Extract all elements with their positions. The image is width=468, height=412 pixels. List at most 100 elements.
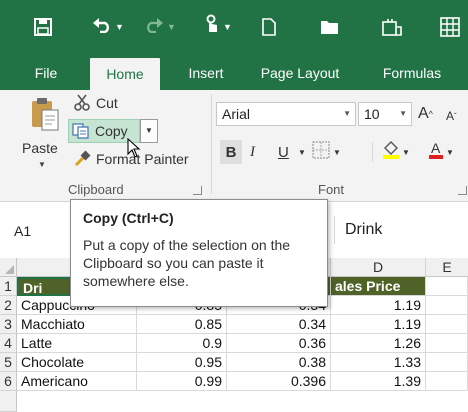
chevron-down-icon: ▼: [167, 22, 176, 32]
cell-e1[interactable]: [426, 277, 468, 296]
italic-button[interactable]: I: [250, 140, 266, 164]
copy-dropdown[interactable]: ▼: [140, 119, 158, 143]
clipboard-group-label: Clipboard: [68, 182, 124, 197]
copy-tooltip: Copy (Ctrl+C) Put a copy of the selectio…: [70, 199, 328, 307]
redo-icon: [144, 16, 164, 39]
scissors-icon: [72, 94, 92, 112]
fill-bucket-icon: [382, 140, 400, 164]
table-cell[interactable]: 1.19: [331, 315, 426, 334]
table-cell[interactable]: 0.9: [137, 334, 227, 353]
quick-access-toolbar: ▼ ▼ ▼: [0, 0, 468, 57]
column-header-d[interactable]: D: [331, 258, 426, 277]
underline-button[interactable]: U: [278, 140, 294, 164]
table-cell[interactable]: 0.85: [137, 315, 227, 334]
table-cell[interactable]: 0.396: [227, 372, 331, 391]
table-cell[interactable]: [426, 372, 468, 391]
row-header[interactable]: 2: [0, 296, 17, 315]
clipboard-launcher-icon[interactable]: [193, 186, 202, 195]
table-cell[interactable]: 1.39: [331, 372, 426, 391]
table-cell[interactable]: [426, 296, 468, 315]
format-painter-label: Format Painter: [96, 151, 189, 167]
new-file-icon[interactable]: [256, 12, 282, 42]
table-cell[interactable]: 0.36: [227, 334, 331, 353]
paintbrush-icon: [72, 150, 92, 168]
table-cell[interactable]: Latte: [17, 334, 137, 353]
undo-button[interactable]: ▼: [88, 12, 128, 42]
grow-font-button[interactable]: A ^: [418, 102, 433, 126]
touch-mode-icon: [204, 14, 220, 40]
row-header[interactable]: 6: [0, 372, 17, 391]
chevron-down-icon: ▼: [399, 109, 407, 118]
table-cell[interactable]: 1.19: [331, 296, 426, 315]
paste-icon: [30, 96, 60, 137]
group-divider: [211, 94, 212, 194]
row-header[interactable]: 1: [0, 277, 17, 296]
font-color-icon: A: [428, 140, 444, 164]
cell-d1[interactable]: ales Price: [331, 277, 426, 296]
bold-button[interactable]: B: [220, 140, 242, 164]
ribbon-tabs: File Home Insert Page Layout Formulas: [0, 57, 468, 90]
formula-input[interactable]: Drink: [334, 216, 468, 244]
ribbon: Paste ▼ Cut Copy ▼ Format Painter Clipbo…: [0, 90, 468, 202]
borders-button[interactable]: ▼: [312, 140, 341, 164]
chevron-down-icon: ▼: [343, 109, 351, 118]
touch-mode-button[interactable]: ▼: [198, 12, 238, 42]
row-header[interactable]: 5: [0, 353, 17, 372]
redo-button[interactable]: ▼: [140, 12, 180, 42]
row-header[interactable]: [0, 391, 17, 412]
screenshot-icon[interactable]: [378, 12, 406, 42]
row-header[interactable]: 3: [0, 315, 17, 334]
table-cell[interactable]: Americano: [17, 372, 137, 391]
tab-formulas[interactable]: Formulas: [372, 57, 452, 90]
row-header[interactable]: 4: [0, 334, 17, 353]
chevron-down-icon[interactable]: ▼: [298, 140, 306, 164]
table-cell[interactable]: 0.95: [137, 353, 227, 372]
mouse-pointer-icon: [127, 137, 141, 161]
cut-button[interactable]: Cut: [72, 92, 118, 114]
chevron-down-icon: ▼: [145, 126, 153, 135]
paste-button[interactable]: Paste ▼: [18, 94, 66, 176]
save-icon[interactable]: [30, 12, 56, 42]
shrink-font-button[interactable]: Aˇ: [446, 104, 457, 128]
svg-text:A: A: [431, 140, 441, 156]
column-header-e[interactable]: E: [426, 258, 468, 277]
select-all-corner[interactable]: [0, 258, 17, 277]
table-icon[interactable]: [436, 12, 464, 42]
table-cell[interactable]: Macchiato: [17, 315, 137, 334]
table-cell[interactable]: [426, 315, 468, 334]
chevron-down-icon: ▼: [446, 147, 454, 157]
tab-file[interactable]: File: [26, 57, 66, 90]
chevron-down-icon: ▼: [223, 22, 232, 32]
divider: [372, 142, 373, 162]
table-cell[interactable]: 1.26: [331, 334, 426, 353]
font-group-label: Font: [318, 182, 345, 197]
font-name-select[interactable]: Arial ▼: [216, 102, 356, 126]
name-box[interactable]: A1: [14, 218, 64, 244]
table-cell[interactable]: Chocolate: [17, 353, 137, 372]
chevron-down-icon: ▼: [333, 147, 341, 157]
undo-icon: [92, 16, 112, 39]
paste-label: Paste: [22, 140, 58, 156]
table-cell[interactable]: [426, 353, 468, 372]
copy-icon: [71, 122, 91, 140]
tooltip-title: Copy (Ctrl+C): [83, 210, 174, 226]
font-color-button[interactable]: A ▼: [428, 140, 454, 164]
tooltip-body: Put a copy of the selection on the Clipb…: [83, 237, 291, 289]
table-cell[interactable]: 0.38: [227, 353, 331, 372]
copy-label: Copy: [95, 123, 128, 139]
table-cell[interactable]: 0.99: [137, 372, 227, 391]
table-cell[interactable]: 0.34: [227, 315, 331, 334]
cut-label: Cut: [96, 95, 118, 111]
table-cell[interactable]: [426, 334, 468, 353]
font-launcher-icon[interactable]: [458, 186, 467, 195]
tab-insert[interactable]: Insert: [178, 57, 234, 90]
table-cell[interactable]: 1.33: [331, 353, 426, 372]
open-folder-icon[interactable]: [316, 12, 344, 42]
tab-home[interactable]: Home: [90, 58, 160, 90]
chevron-down-icon[interactable]: ▼: [38, 160, 46, 169]
borders-icon: [312, 141, 330, 163]
tab-page-layout[interactable]: Page Layout: [250, 57, 350, 90]
chevron-down-icon: ▼: [402, 147, 410, 157]
fill-color-button[interactable]: ▼: [382, 140, 410, 164]
font-size-select[interactable]: 10 ▼: [358, 102, 412, 126]
